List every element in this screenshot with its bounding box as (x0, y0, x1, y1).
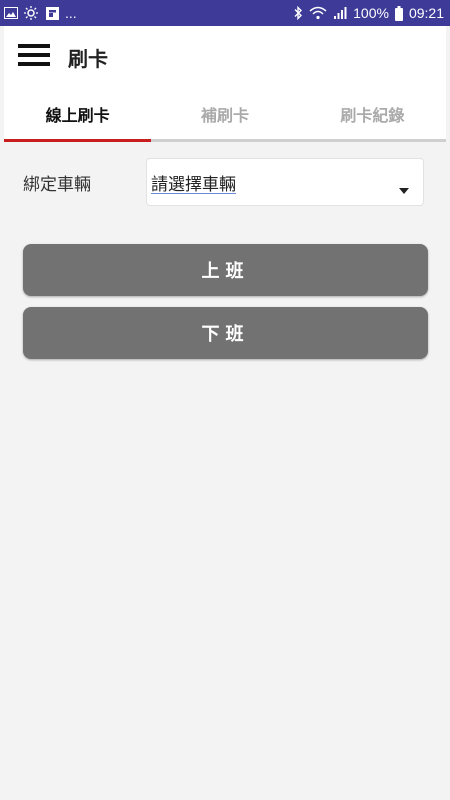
status-ellipsis: ... (65, 5, 77, 21)
status-bar: ... 100% 09:21 (0, 0, 450, 26)
menu-button[interactable] (8, 26, 60, 88)
brightness-icon (24, 6, 40, 20)
vehicle-form-row: 綁定車輛 請選擇車輛 (0, 158, 450, 206)
hamburger-menu-icon (18, 43, 50, 71)
tab-punch-records[interactable]: 刷卡紀錄 (298, 88, 446, 142)
battery-percent: 100% (353, 5, 389, 21)
app-bar: 刷卡 (4, 26, 446, 88)
status-time: 09:21 (408, 5, 444, 21)
wifi-icon (309, 6, 327, 20)
clock-in-button[interactable]: 上班 (23, 244, 428, 296)
bluetooth-icon (293, 6, 303, 20)
image-icon (4, 7, 18, 19)
page-title: 刷卡 (68, 46, 108, 71)
tab-bar: 線上刷卡 補刷卡 刷卡紀錄 (4, 88, 446, 142)
clock-out-button[interactable]: 下班 (23, 307, 428, 359)
signal-icon (333, 6, 347, 20)
battery-icon (394, 5, 403, 21)
tab-online-punch[interactable]: 線上刷卡 (4, 88, 152, 142)
tab-supplement-punch[interactable]: 補刷卡 (151, 88, 299, 142)
vehicle-label: 綁定車輛 (23, 175, 91, 195)
flipboard-icon (46, 6, 59, 20)
vehicle-select-value: 請選擇車輛 (151, 174, 236, 195)
dropdown-caret-icon (399, 179, 409, 198)
vehicle-select[interactable]: 請選擇車輛 (146, 158, 424, 206)
